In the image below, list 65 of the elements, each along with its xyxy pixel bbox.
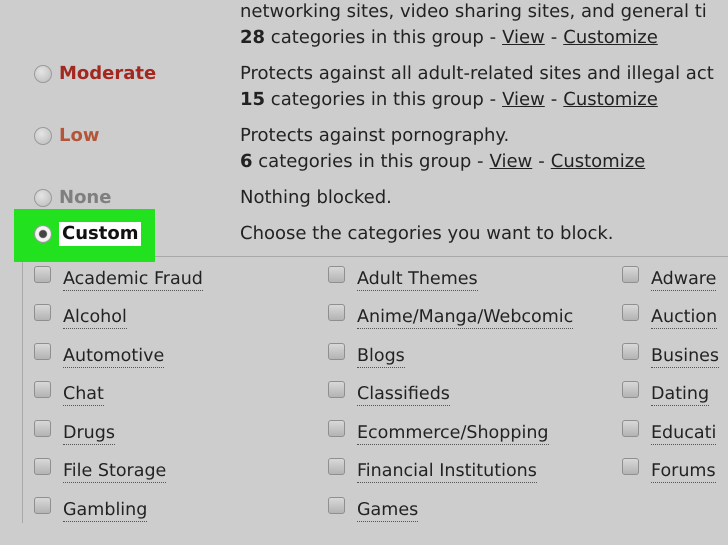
radio-button[interactable] [34,189,52,207]
category-label[interactable]: Alcohol [63,306,127,329]
checkbox[interactable] [34,266,51,282]
category-label[interactable]: Ecommerce/Shopping [357,422,549,444]
checkbox[interactable] [622,420,639,436]
separator: - [538,150,545,174]
level-description: Nothing blocked. [240,186,393,210]
checkbox[interactable] [34,496,51,514]
category-label[interactable]: Adult Themes [357,268,478,290]
checkbox[interactable] [328,496,345,514]
customize-link[interactable]: Customize [563,25,658,51]
checkbox[interactable] [622,458,639,475]
category-count: 28 categories in this group - [240,26,496,50]
checkbox[interactable] [328,342,345,360]
category-label[interactable]: Financial Institutions [357,460,537,483]
category-count: 15 categories in this group - [240,88,496,112]
level-name: Low [59,124,100,148]
checkbox[interactable] [622,304,639,321]
checkbox[interactable] [34,342,51,360]
category-label[interactable]: Dating [651,383,710,406]
category-label[interactable]: Chat [63,383,104,406]
checkbox[interactable] [34,381,51,398]
category-count: 6 categories in this group - [240,150,484,174]
level-description: Choose the categories you want to block. [240,222,615,246]
category-label[interactable]: Blogs [357,344,405,368]
checkbox[interactable] [34,420,51,436]
view-link[interactable]: View [490,149,532,175]
customize-link[interactable]: Customize [550,149,646,175]
radio-button[interactable] [34,225,52,243]
level-name: None [59,186,112,210]
level-description: Protects against all adult-related sites and illegal act [240,62,715,86]
checkbox[interactable] [34,458,51,475]
view-link[interactable]: View [502,87,545,113]
separator: - [550,88,558,112]
checkbox[interactable] [328,304,345,321]
view-link[interactable]: View [502,25,545,51]
checkbox[interactable] [328,266,345,282]
level-description: Protects against pornography. [240,124,510,148]
category-label[interactable]: Automotive [63,344,164,368]
separator: - [550,26,558,50]
checkbox[interactable] [622,381,639,398]
category-label[interactable]: Games [357,498,418,522]
checkbox[interactable] [622,342,639,360]
category-label[interactable]: Forums [651,460,716,483]
level-name: Custom [59,222,142,246]
category-label[interactable]: Anime/Manga/Webcomic [357,306,574,329]
checkbox[interactable] [328,458,345,475]
checkbox[interactable] [34,304,51,321]
category-label[interactable]: Drugs [63,422,115,444]
category-label[interactable]: Educati [651,422,716,444]
category-label[interactable]: Academic Fraud [63,268,203,290]
radio-button[interactable] [34,127,52,145]
category-label[interactable]: Busines [651,344,720,368]
category-label[interactable]: Classifieds [357,383,450,406]
radio-button[interactable] [34,65,52,83]
category-label[interactable]: Auction [651,306,718,329]
level-description: networking sites, video sharing sites, and general ti [240,0,708,24]
customize-link[interactable]: Customize [563,87,658,113]
checkbox[interactable] [622,266,639,282]
level-name: Moderate [59,62,156,86]
category-label[interactable]: Gambling [63,498,148,522]
checkbox[interactable] [328,381,345,398]
category-label[interactable]: File Storage [63,460,166,483]
category-label[interactable]: Adware [651,268,716,290]
checkbox[interactable] [328,420,345,436]
